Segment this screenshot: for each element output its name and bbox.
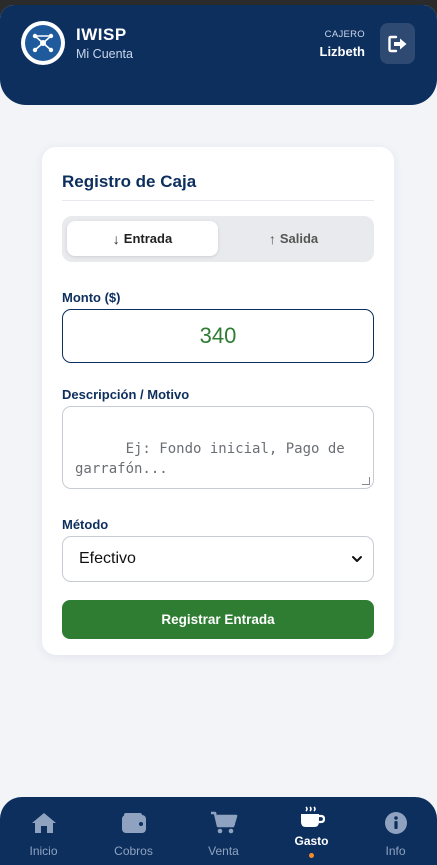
descripcion-label: Descripción / Motivo — [62, 387, 190, 402]
coffee-icon — [300, 806, 325, 827]
nav-label-venta: Venta — [208, 844, 239, 858]
arrow-down-icon: ↓ — [112, 230, 120, 247]
info-icon — [384, 812, 407, 834]
brand-subtitle: Mi Cuenta — [76, 47, 133, 61]
card-title: Registro de Caja — [62, 172, 197, 191]
bottom-nav: Inicio Cobros Venta Gasto Info — [0, 797, 437, 865]
chevron-down-icon — [352, 556, 362, 562]
registrar-entrada-button[interactable]: Registrar Entrada — [62, 600, 374, 639]
cashier-label: CAJERO — [324, 29, 365, 40]
logout-button[interactable] — [380, 23, 415, 64]
nav-item-gasto[interactable]: Gasto — [268, 797, 355, 865]
network-icon — [32, 33, 54, 53]
brand-name: IWISP — [76, 25, 127, 44]
monto-label: Monto ($) — [62, 290, 121, 305]
descripcion-placeholder: Ej: Fondo inicial, Pago de garrafón... — [75, 441, 354, 477]
cashier-name: Lizbeth — [319, 44, 366, 59]
monto-input[interactable]: 340 — [62, 309, 374, 363]
active-indicator — [309, 853, 314, 858]
home-icon — [31, 813, 56, 833]
wallet-icon — [121, 813, 146, 833]
app-frame: IWISP Mi Cuenta CAJERO Lizbeth Registro … — [0, 5, 437, 865]
metodo-select[interactable]: Efectivo — [62, 536, 374, 582]
entrada-tab[interactable]: ↓ Entrada — [67, 221, 218, 256]
arrow-up-icon: ↑ — [268, 230, 276, 247]
nav-item-inicio[interactable]: Inicio — [0, 797, 87, 865]
nav-item-cobros[interactable]: Cobros — [90, 797, 177, 865]
nav-label-inicio: Inicio — [29, 844, 58, 858]
nav-item-info[interactable]: Info — [352, 797, 437, 865]
type-toggle: ↓ Entrada ↑ Salida — [62, 216, 374, 262]
salida-label: Salida — [279, 231, 319, 246]
salida-tab[interactable]: ↑ Salida — [218, 221, 369, 256]
brand-logo — [21, 21, 65, 65]
nav-label-info: Info — [385, 844, 406, 858]
nav-item-venta[interactable]: Venta — [180, 797, 267, 865]
app-header: IWISP Mi Cuenta CAJERO Lizbeth — [0, 5, 437, 105]
nav-label-gasto: Gasto — [294, 834, 329, 848]
nav-label-cobros: Cobros — [114, 844, 153, 858]
title-divider — [62, 200, 374, 201]
cash-register-card: Registro de Caja ↓ Entrada ↑ Salida Mont… — [42, 147, 394, 655]
logout-icon — [387, 35, 406, 52]
metodo-label: Método — [62, 517, 109, 532]
cart-icon — [210, 811, 237, 834]
metodo-selected-value: Efectivo — [79, 550, 136, 567]
descripcion-textarea[interactable]: Ej: Fondo inicial, Pago de garrafón... — [62, 406, 374, 489]
resize-grip-icon[interactable] — [362, 477, 370, 485]
entrada-label: Entrada — [123, 231, 173, 246]
